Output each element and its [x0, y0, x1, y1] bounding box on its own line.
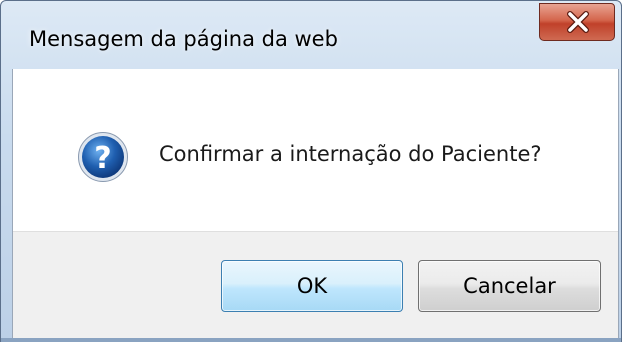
svg-text:?: ?	[94, 141, 111, 176]
question-icon: ?	[78, 132, 128, 182]
message-text: Confirmar a internação do Paciente?	[159, 142, 542, 166]
dialog-window: Mensagem da página da web ? Confirmar a …	[0, 0, 622, 342]
ok-button[interactable]: OK	[221, 260, 403, 312]
title-bar[interactable]: Mensagem da página da web	[1, 1, 621, 69]
message-area: ? Confirmar a internação do Paciente?	[13, 69, 618, 231]
cancel-button[interactable]: Cancelar	[418, 260, 601, 312]
close-icon	[567, 11, 589, 33]
window-title: Mensagem da página da web	[29, 27, 338, 51]
window-frame-bottom	[1, 338, 621, 342]
button-bar: OK Cancelar	[13, 231, 618, 339]
close-button[interactable]	[539, 3, 615, 41]
dialog-content: ? Confirmar a internação do Paciente? OK…	[12, 69, 619, 339]
